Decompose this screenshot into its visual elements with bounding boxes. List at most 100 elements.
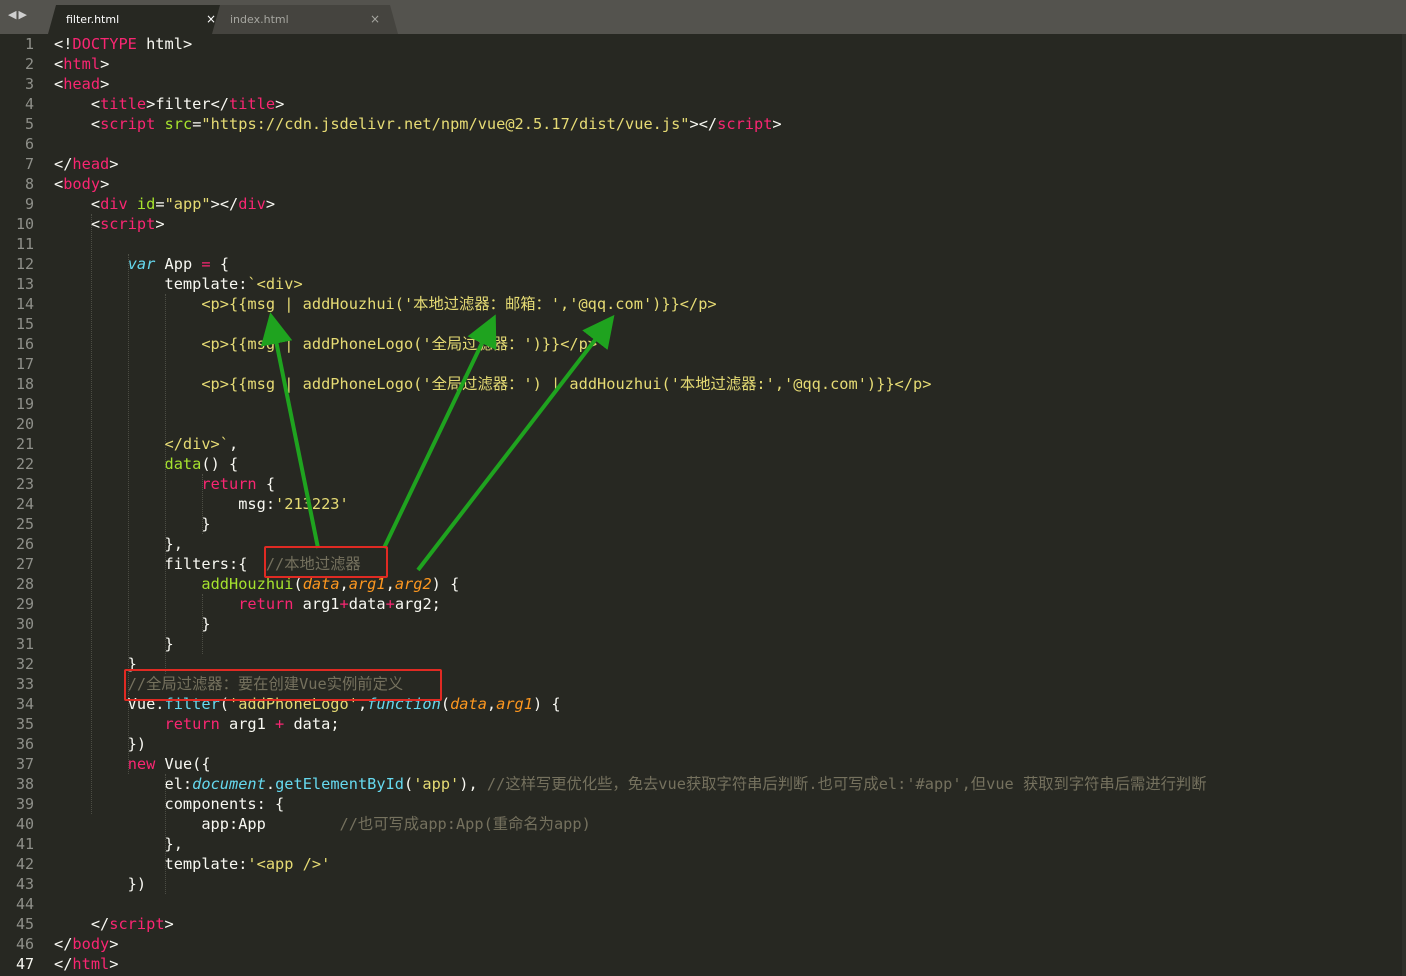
code-token: > <box>100 175 110 193</box>
code-line[interactable]: <!DOCTYPE html> <box>54 34 192 54</box>
tab-filter-html[interactable]: filter.html × <box>48 5 234 34</box>
line-number: 38 <box>15 775 34 793</box>
code-line[interactable]: <title>filter</title> <box>54 94 284 114</box>
code-line[interactable]: </script> <box>54 914 174 934</box>
close-icon[interactable]: × <box>206 12 216 26</box>
close-icon[interactable]: × <box>370 12 380 26</box>
indent-guide <box>165 774 166 894</box>
line-number: 18 <box>15 375 34 393</box>
code-token: id <box>136 195 156 213</box>
line-number: 31 <box>15 635 34 653</box>
code-line[interactable]: }, <box>54 534 183 554</box>
code-token: > <box>109 155 119 173</box>
code-token: ) { <box>431 575 460 593</box>
forward-arrow-icon[interactable]: ▶ <box>18 8 28 21</box>
code-token: } <box>54 635 174 653</box>
code-token: DOCTYPE <box>72 35 137 53</box>
code-line[interactable]: }) <box>54 874 146 894</box>
code-token: new <box>127 755 156 773</box>
code-token: "app" <box>164 195 211 213</box>
code-token: , <box>486 695 497 713</box>
line-number: 22 <box>15 455 34 473</box>
code-line[interactable]: <body> <box>54 174 109 194</box>
line-number: 41 <box>15 835 34 853</box>
line-number: 6 <box>24 135 34 153</box>
code-token: < <box>54 55 64 73</box>
code-token: template: <box>54 275 248 293</box>
code-line[interactable]: app:App //也可写成app:App(重命名为app) <box>54 814 590 834</box>
line-number: 32 <box>15 655 34 673</box>
line-number: 26 <box>15 535 34 553</box>
line-number: 43 <box>15 875 34 893</box>
code-line[interactable]: <script src="https://cdn.jsdelivr.net/np… <box>54 114 782 134</box>
code-token: "https://cdn.jsdelivr.net/npm/vue@2.5.17… <box>201 115 690 133</box>
line-number: 3 <box>24 75 34 93</box>
code-line[interactable]: var App = { <box>54 254 229 274</box>
code-line[interactable]: } <box>54 614 211 634</box>
code-line[interactable]: <head> <box>54 74 109 94</box>
tab-nav-arrows[interactable]: ◀▶ <box>8 8 29 21</box>
code-token: } <box>54 515 211 533</box>
line-number: 11 <box>15 235 34 253</box>
code-line[interactable]: el:document.getElementById('app'), //这样写… <box>54 774 1207 794</box>
line-number: 25 <box>15 515 34 533</box>
code-line[interactable]: } <box>54 514 211 534</box>
code-line[interactable]: <p>{{msg | addPhoneLogo('全局过滤器：')}}</p> <box>54 334 597 354</box>
line-number: 34 <box>15 695 34 713</box>
code-token: = <box>155 195 165 213</box>
code-token: </div>` <box>54 435 229 453</box>
code-line[interactable]: <p>{{msg | addPhoneLogo('全局过滤器：') | addH… <box>54 374 931 394</box>
code-line[interactable]: <div id="app"></div> <box>54 194 275 214</box>
code-token: < <box>54 75 64 93</box>
code-line[interactable]: </html> <box>54 954 118 974</box>
code-token: '<app />' <box>247 855 331 873</box>
code-token: </ <box>54 955 73 973</box>
tab-index-html[interactable]: index.html × <box>212 5 398 34</box>
code-line[interactable]: return arg1 + data; <box>54 714 340 734</box>
code-token: template: <box>54 855 248 873</box>
code-line[interactable]: </div>`, <box>54 434 239 454</box>
code-token: </ <box>54 915 110 933</box>
line-number: 17 <box>15 355 34 373</box>
code-line[interactable]: new Vue({ <box>54 754 211 774</box>
code-token: html <box>63 55 101 73</box>
code-token: ></ <box>210 195 239 213</box>
code-line[interactable]: </body> <box>54 934 118 954</box>
code-token: ) { <box>532 695 561 713</box>
code-line[interactable]: }, <box>54 834 183 854</box>
indent-guide <box>165 294 166 674</box>
code-line[interactable]: return arg1+data+arg2; <box>54 594 441 614</box>
code-token: <p>{{msg | addPhoneLogo('全局过滤器：')}}</p> <box>54 335 598 353</box>
indent-guide <box>202 474 203 534</box>
code-line[interactable]: addHouzhui(data,arg1,arg2) { <box>54 574 459 594</box>
back-arrow-icon[interactable]: ◀ <box>8 8 18 21</box>
code-token: script <box>109 915 165 933</box>
line-number: 4 <box>24 95 34 113</box>
code-line[interactable]: <html> <box>54 54 109 74</box>
code-line[interactable]: <script> <box>54 214 165 234</box>
code-token: return <box>164 715 220 733</box>
code-line[interactable]: <p>{{msg | addHouzhui('本地过滤器：邮箱：','@qq.c… <box>54 294 716 314</box>
code-line[interactable]: }) <box>54 734 146 754</box>
code-token: arg1 <box>293 595 340 613</box>
code-token: } <box>54 615 211 633</box>
code-token: < <box>54 215 101 233</box>
code-token: { <box>210 255 230 273</box>
code-line[interactable]: components: { <box>54 794 285 814</box>
code-line[interactable]: template:'<app />' <box>54 854 331 874</box>
code-token: data <box>450 695 487 713</box>
code-line[interactable]: data() { <box>54 454 239 474</box>
line-number: 35 <box>15 715 34 733</box>
code-token: data; <box>284 715 340 733</box>
indent-guide <box>91 214 92 814</box>
line-number-gutter[interactable]: 1 2 3 4 5 6 7 8 9 10 11 12 13 14 15 16 17 18 19 20 21 22 23 24 2… <box>0 34 44 976</box>
code-token: head <box>63 75 101 93</box>
code-token: src <box>164 115 193 133</box>
scrollbar[interactable] <box>1402 34 1406 976</box>
code-line[interactable]: </head> <box>54 154 118 174</box>
line-number: 33 <box>15 675 34 693</box>
code-line[interactable]: } <box>54 634 174 654</box>
